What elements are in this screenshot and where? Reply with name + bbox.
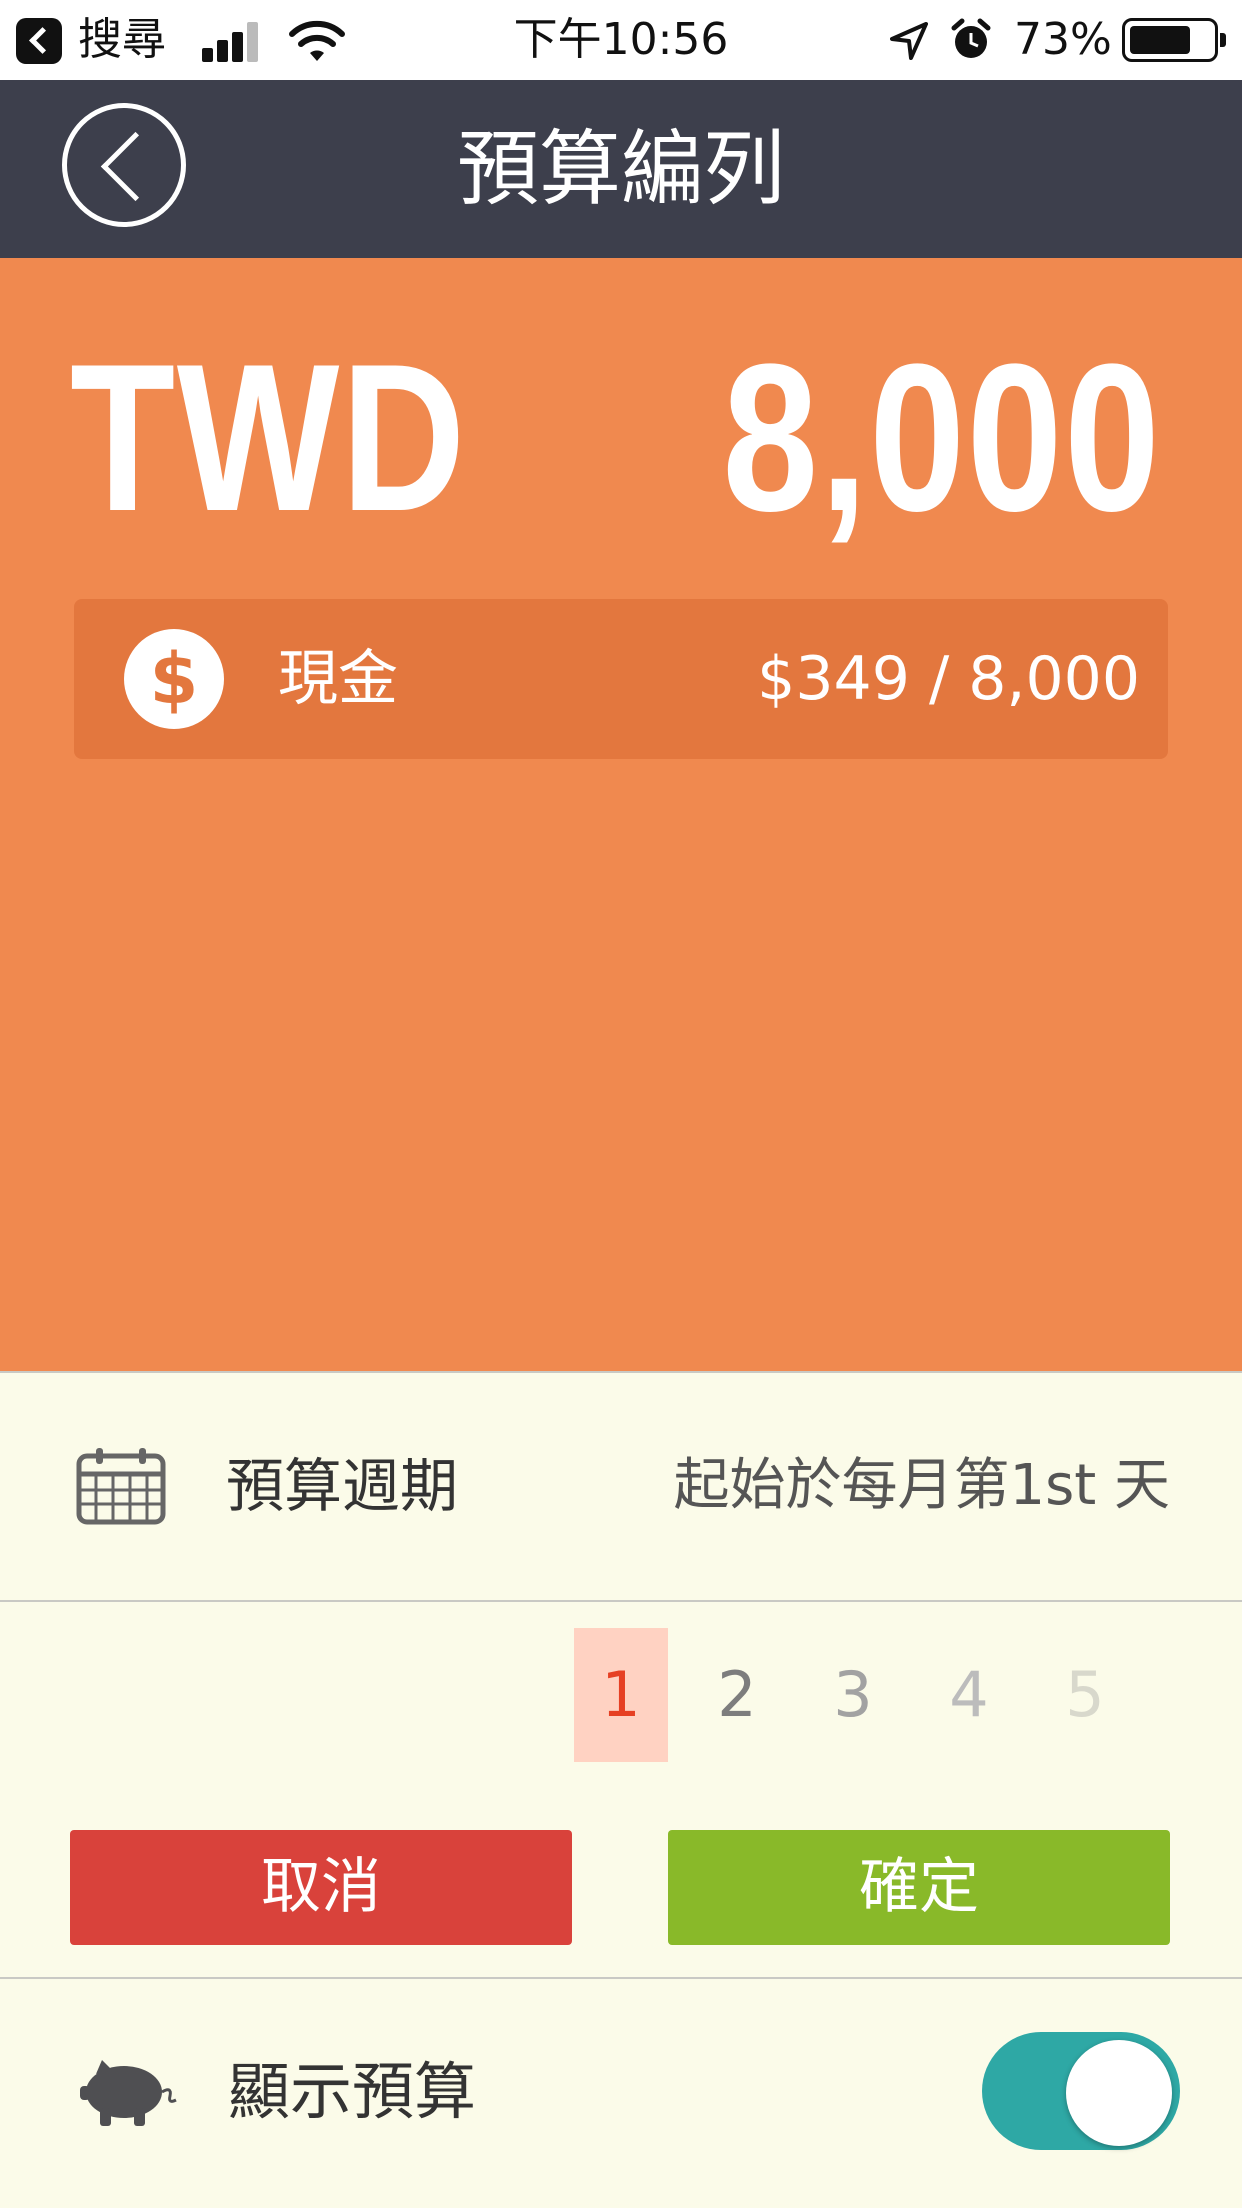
budget-period-value[interactable]: 起始於每月第1st 天 bbox=[673, 1446, 1170, 1526]
cancel-button[interactable]: 取消 bbox=[70, 1830, 572, 1945]
location-icon bbox=[890, 22, 928, 60]
nav-bar: 預算編列 bbox=[0, 80, 1242, 258]
budget-period-label: 預算週期 bbox=[226, 1452, 459, 1520]
budget-panel: TWD 8,000 $ 現金 $349 / 8,000 bbox=[0, 258, 1242, 1373]
currency-code: TWD bbox=[70, 320, 467, 555]
toggle-knob[interactable] bbox=[1066, 2040, 1172, 2146]
divider bbox=[0, 1371, 1242, 1373]
show-budget-label: 顯示預算 bbox=[228, 2055, 477, 2128]
day-option[interactable]: 3 bbox=[806, 1628, 900, 1762]
account-name: 現金 bbox=[278, 644, 398, 714]
page-title: 預算編列 bbox=[456, 122, 785, 217]
day-option[interactable]: 4 bbox=[922, 1628, 1016, 1762]
alarm-icon bbox=[951, 18, 991, 58]
divider bbox=[0, 1977, 1242, 1979]
piggy-bank-icon bbox=[80, 2060, 177, 2126]
dollar-coin-icon: $ bbox=[124, 629, 224, 729]
day-option[interactable]: 2 bbox=[690, 1628, 784, 1762]
budget-amount[interactable]: 8,000 bbox=[723, 318, 1162, 558]
account-usage: $349 / 8,000 bbox=[757, 644, 1140, 714]
battery-percent: 73% bbox=[1014, 14, 1112, 65]
status-bar: 搜尋 下午10:56 73% bbox=[0, 0, 1242, 80]
day-option[interactable]: 5 bbox=[1038, 1628, 1132, 1762]
calendar-icon bbox=[76, 1448, 166, 1525]
show-budget-toggle[interactable] bbox=[982, 2032, 1180, 2150]
day-option-selected[interactable]: 1 bbox=[574, 1628, 668, 1762]
account-row-cash[interactable]: $ 現金 $349 / 8,000 bbox=[74, 599, 1168, 759]
battery-icon bbox=[1122, 18, 1226, 62]
confirm-button[interactable]: 確定 bbox=[668, 1830, 1170, 1945]
divider bbox=[0, 1600, 1242, 1602]
